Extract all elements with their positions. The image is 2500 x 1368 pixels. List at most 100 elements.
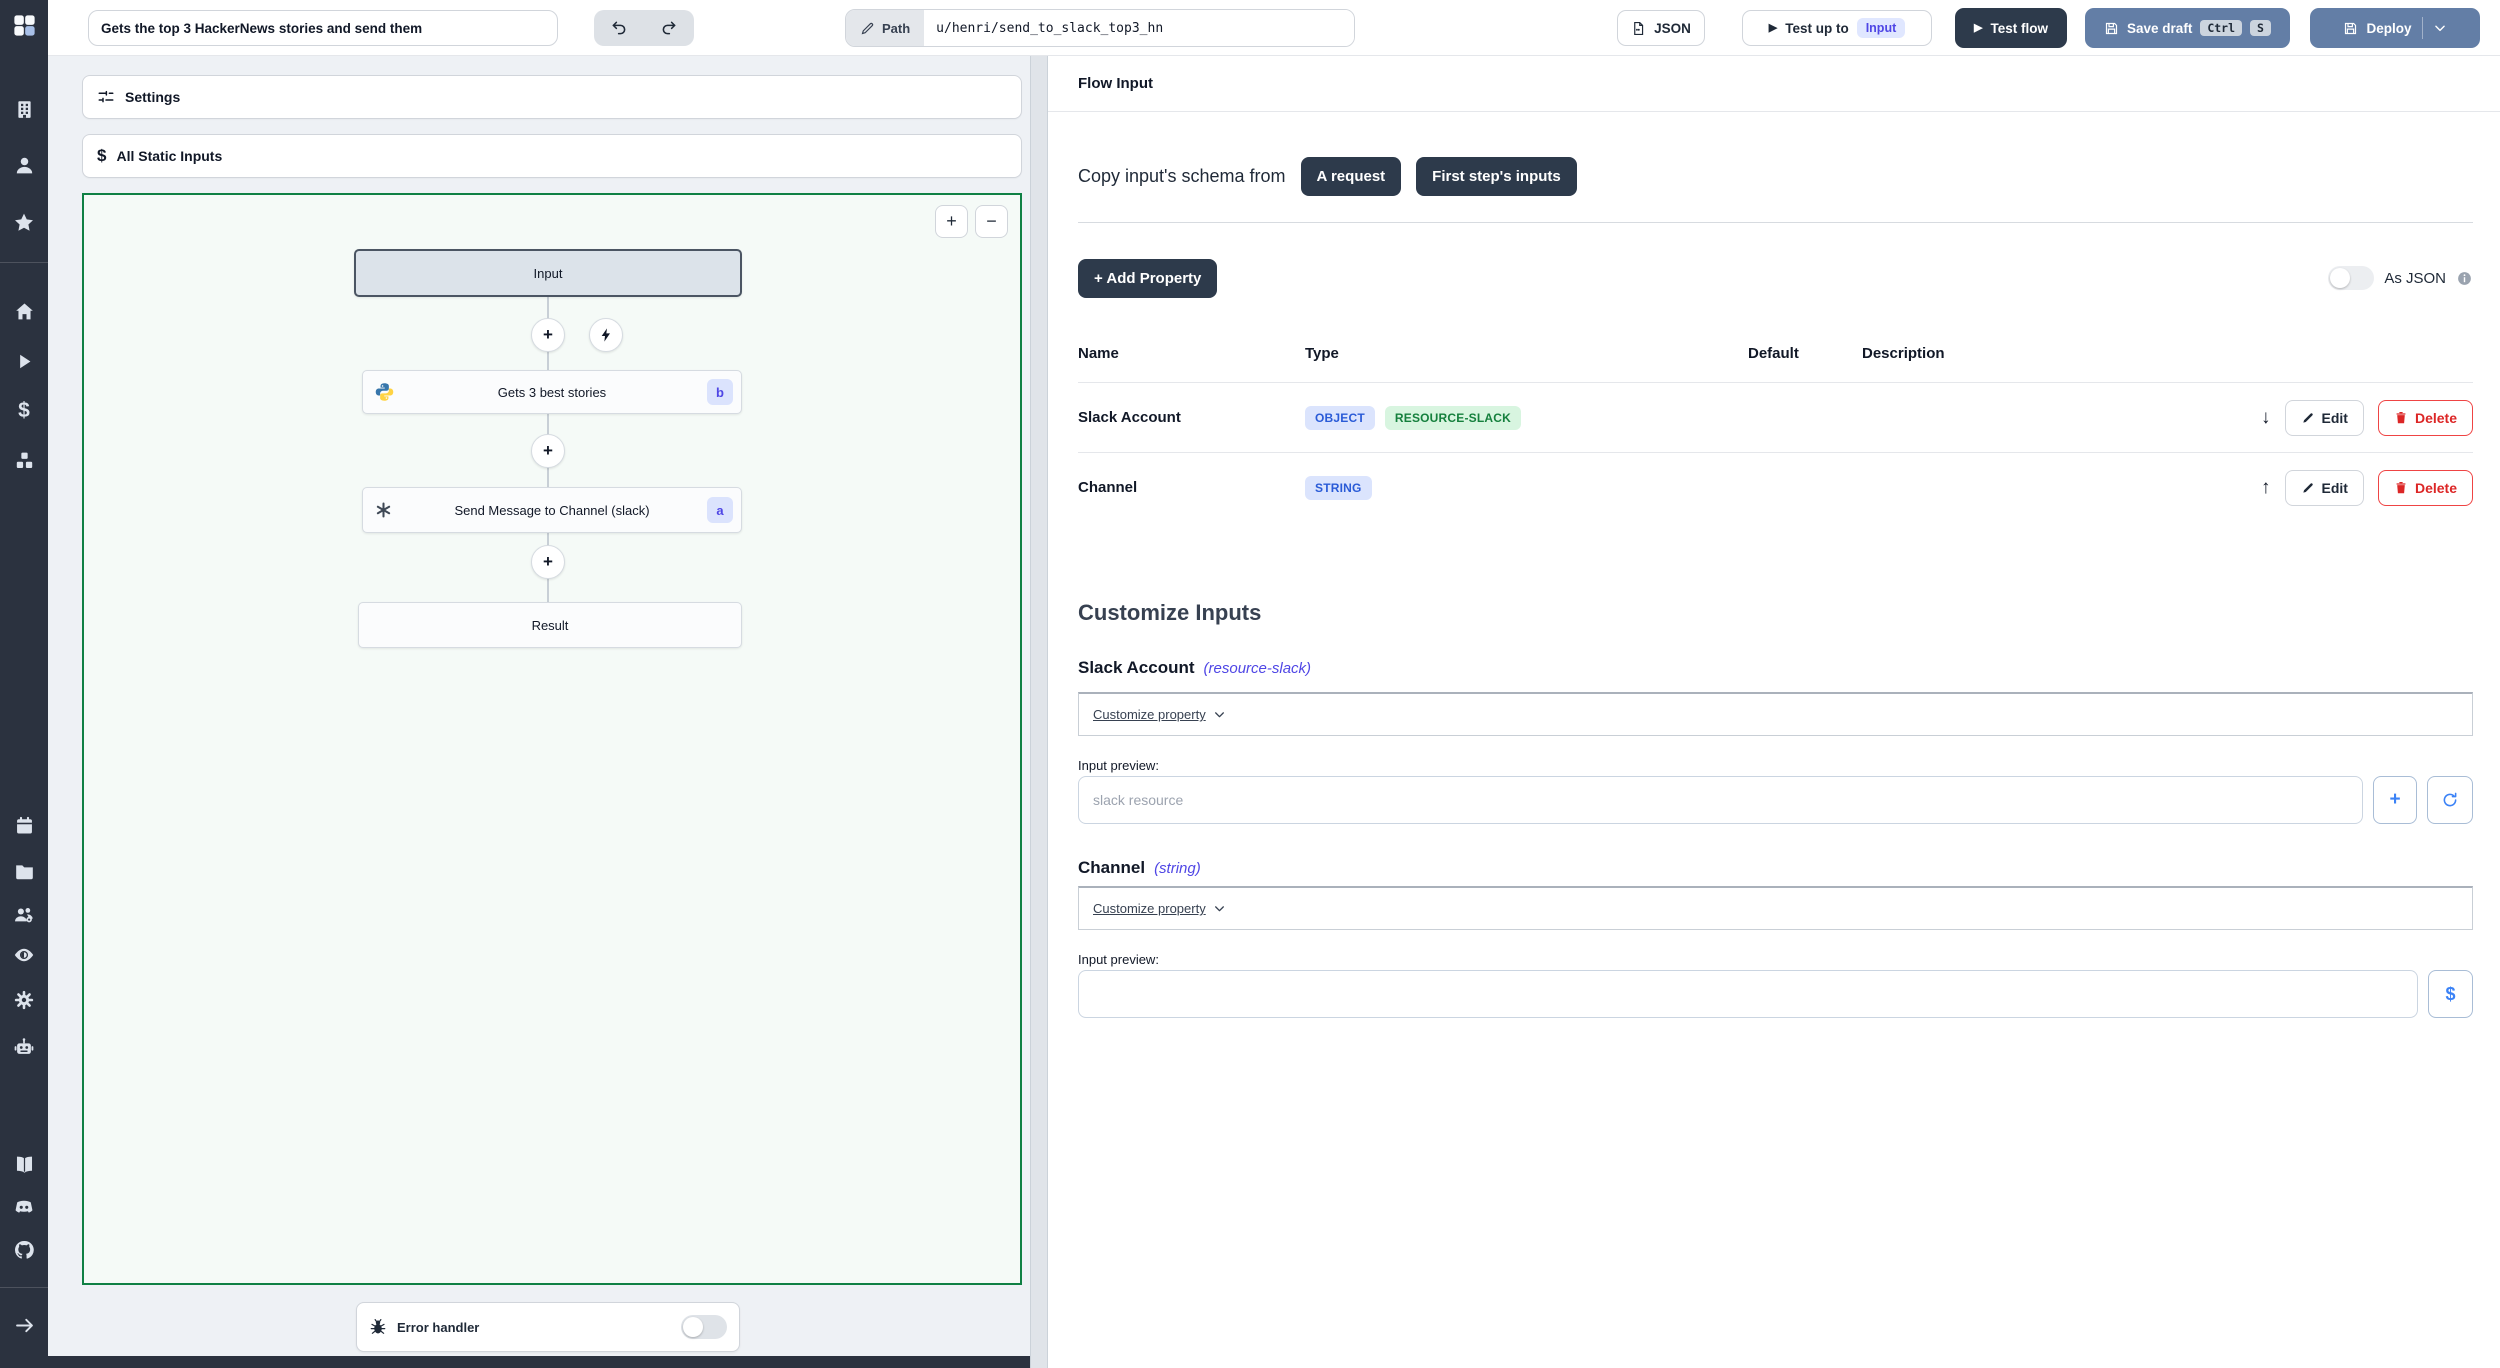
as-json-toggle[interactable] <box>2328 266 2375 290</box>
copy-from-request-button[interactable]: A request <box>1300 156 1402 196</box>
error-handler-bar[interactable]: Error handler <box>356 1302 740 1352</box>
user-icon[interactable] <box>0 149 48 181</box>
flow-node-step-b[interactable]: Gets 3 best stories b <box>362 370 742 414</box>
customize-property-toggle[interactable]: Customize property <box>1093 901 1226 916</box>
bottom-drawer-edge[interactable] <box>48 1356 1030 1368</box>
copy-from-first-step-button[interactable]: First step's inputs <box>1416 156 1577 196</box>
save-draft-label: Save draft <box>2127 20 2193 36</box>
customize-property-toggle[interactable]: Customize property <box>1093 707 1226 722</box>
flow-node-input[interactable]: Input <box>354 249 742 297</box>
insert-step-button[interactable]: + <box>531 545 565 579</box>
move-up-button[interactable]: ↑ <box>2261 477 2271 499</box>
add-resource-button[interactable]: + <box>2373 776 2417 824</box>
insert-step-button[interactable]: + <box>531 318 565 352</box>
path-chip[interactable]: Path <box>846 10 925 46</box>
path-input[interactable] <box>924 10 1354 46</box>
workers-robot-icon[interactable] <box>0 1031 48 1063</box>
refresh-icon <box>2443 792 2457 807</box>
as-json-label: As JSON <box>2384 269 2446 287</box>
variables-dollar-icon[interactable]: $ <box>0 394 48 426</box>
audit-eye-icon[interactable] <box>0 939 48 971</box>
deploy-separator <box>2421 17 2423 39</box>
test-up-to-target-badge[interactable]: Input <box>1856 18 1906 38</box>
flow-editor-panel: Settings $ All Static Inputs + − Input +… <box>48 56 1030 1368</box>
collapse-arrow-icon[interactable] <box>0 1309 48 1341</box>
dollar-icon: $ <box>97 146 107 165</box>
edit-button[interactable]: Edit <box>2284 399 2364 436</box>
copy-schema-row: Copy input's schema from A request First… <box>1078 154 1577 198</box>
settings-bar[interactable]: Settings <box>82 75 1022 119</box>
undo-button[interactable] <box>594 10 644 46</box>
settings-gear-icon[interactable] <box>0 984 48 1016</box>
section-title-channel: Channel (string) <box>1078 858 1201 878</box>
kbd-s: S <box>2250 20 2271 36</box>
info-icon[interactable] <box>2456 270 2473 287</box>
deploy-label: Deploy <box>2366 20 2412 36</box>
customize-property-label: Customize property <box>1093 901 1206 916</box>
runs-play-icon[interactable] <box>0 345 48 377</box>
flow-node-input-label: Input <box>533 265 563 281</box>
test-flow-button[interactable]: ▶ Test flow <box>1955 8 2067 48</box>
pencil-icon <box>861 22 874 34</box>
deploy-save-icon <box>2345 22 2357 34</box>
path-label: Path <box>882 20 911 36</box>
divider <box>1078 222 2473 223</box>
json-button[interactable]: JSON <box>1617 10 1705 46</box>
zoom-out-button[interactable]: − <box>975 205 1008 238</box>
refresh-button[interactable] <box>2427 776 2473 824</box>
redo-button[interactable] <box>644 10 694 46</box>
groups-users-icon[interactable] <box>0 899 48 931</box>
insert-variable-dollar-button[interactable]: $ <box>2428 970 2473 1018</box>
favorites-star-icon[interactable] <box>0 207 48 239</box>
col-description: Description <box>1862 344 1945 362</box>
add-property-row: + Add Property As JSON <box>1078 256 2473 300</box>
input-preview-label: Input preview: <box>1078 952 1159 967</box>
flow-graph-canvas[interactable]: + − Input + Gets 3 best stories b + Send… <box>82 193 1022 1285</box>
section-type: (string) <box>1154 860 1201 877</box>
resource-type-badge: RESOURCE-SLACK <box>1384 405 1522 430</box>
kbd-ctrl: Ctrl <box>2200 20 2243 36</box>
move-down-button[interactable]: ↓ <box>2261 407 2271 429</box>
windmill-logo-icon[interactable] <box>0 12 48 39</box>
flow-node-step-a[interactable]: Send Message to Channel (slack) a <box>362 487 742 533</box>
customize-property-label: Customize property <box>1093 707 1206 722</box>
table-row: Slack Account OBJECT RESOURCE-SLACK ↓ Ed… <box>1078 382 2473 452</box>
slack-resource-input[interactable] <box>1078 776 2363 824</box>
folders-icon[interactable] <box>0 855 48 887</box>
delete-button[interactable]: Delete <box>2377 399 2473 436</box>
trigger-bolt-button[interactable] <box>589 318 623 352</box>
save-icon <box>2105 22 2118 34</box>
chevron-down-icon <box>2434 25 2445 32</box>
channel-input[interactable] <box>1078 970 2418 1018</box>
pencil-icon <box>2302 482 2313 493</box>
pencil-icon <box>2302 412 2313 423</box>
json-label: JSON <box>1654 20 1691 36</box>
discord-icon[interactable] <box>0 1191 48 1223</box>
sidebar: $ <box>0 0 48 1368</box>
add-property-button[interactable]: + Add Property <box>1078 258 1218 298</box>
all-static-inputs-bar[interactable]: $ All Static Inputs <box>82 134 1022 178</box>
edit-label: Edit <box>2321 409 2348 426</box>
col-default: Default <box>1748 344 1799 362</box>
delete-button[interactable]: Delete <box>2377 469 2473 506</box>
delete-label: Delete <box>2414 479 2457 496</box>
json-file-icon <box>1634 21 1644 35</box>
resources-cubes-icon[interactable] <box>0 444 48 476</box>
toggle-knob <box>2330 268 2351 288</box>
windmill-flow-editor: $ Gets the top 3 HackerNews stories and … <box>0 0 2500 1368</box>
edit-button[interactable]: Edit <box>2284 469 2364 506</box>
workspace-building-icon[interactable] <box>0 93 48 125</box>
zoom-in-button[interactable]: + <box>935 205 968 238</box>
save-draft-button[interactable]: Save draft Ctrl S <box>2085 8 2290 48</box>
github-icon[interactable] <box>0 1234 48 1266</box>
insert-step-button[interactable]: + <box>531 434 565 468</box>
flow-node-result[interactable]: Result <box>358 602 742 648</box>
test-up-to-button[interactable]: ▶ Test up to Input <box>1742 10 1932 46</box>
deploy-button[interactable]: Deploy <box>2310 8 2480 48</box>
schedules-calendar-icon[interactable] <box>0 809 48 841</box>
docs-book-icon[interactable] <box>0 1148 48 1180</box>
flow-title-input[interactable] <box>88 10 558 46</box>
panel-resize-handle[interactable] <box>1030 56 1048 1368</box>
home-icon[interactable] <box>0 295 48 327</box>
error-handler-toggle[interactable] <box>681 1315 727 1339</box>
